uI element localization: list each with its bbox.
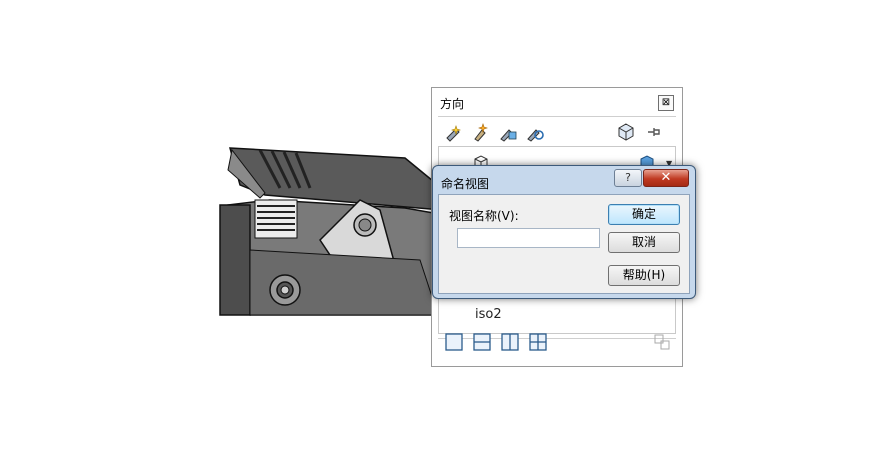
cube-view-icon[interactable] [616, 122, 636, 142]
dialog-help-button[interactable]: ? [614, 169, 642, 187]
two-view-horizontal-icon[interactable] [473, 333, 491, 351]
view-name-input[interactable] [457, 228, 600, 248]
3d-model-clip [210, 130, 460, 330]
link-views-icon[interactable] [653, 333, 671, 351]
cancel-button[interactable]: 取消 [608, 232, 680, 253]
close-icon: ✕ [660, 170, 672, 185]
dialog-title: 命名视图 [441, 177, 490, 191]
panel-title: 方向 [440, 97, 465, 111]
four-view-icon[interactable] [529, 333, 547, 351]
name-view-dialog: 命名视图 ? ✕ 视图名称(V): 确定 取消 帮助(H) [432, 165, 696, 299]
ok-button[interactable]: 确定 [608, 204, 680, 225]
help-button[interactable]: 帮助(H) [608, 265, 680, 286]
view-selector-icon[interactable] [525, 122, 545, 142]
view-name-label: 视图名称(V): [449, 209, 519, 223]
update-standard-views-icon[interactable] [471, 122, 491, 142]
close-icon: ⊠ [661, 97, 671, 108]
single-view-icon[interactable] [445, 333, 463, 351]
reset-standard-views-icon[interactable] [498, 122, 518, 142]
panel-divider [438, 116, 676, 117]
dialog-body: 视图名称(V): 确定 取消 帮助(H) [438, 194, 690, 294]
pin-icon[interactable] [644, 122, 664, 142]
panel-close-button[interactable]: ⊠ [658, 95, 674, 111]
dialog-close-button[interactable]: ✕ [643, 169, 689, 187]
new-view-icon[interactable] [444, 122, 464, 142]
help-icon: ? [625, 171, 631, 184]
list-item[interactable]: iso2 [475, 307, 502, 322]
two-view-vertical-icon[interactable] [501, 333, 519, 351]
